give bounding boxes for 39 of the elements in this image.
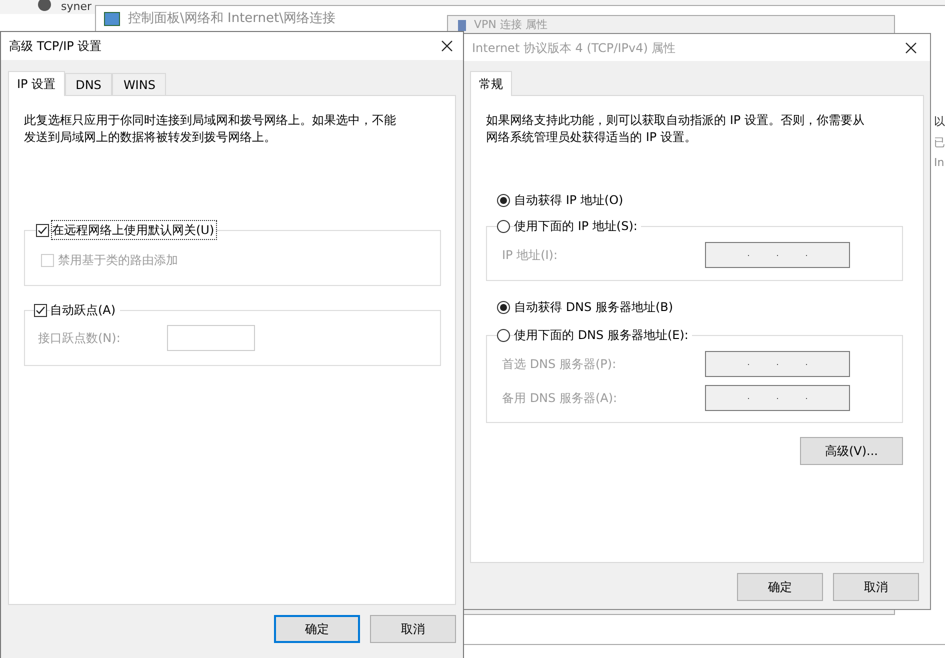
field-label: 首选 DNS 服务器(P): — [502, 356, 616, 373]
radio-label[interactable]: 自动获得 IP 地址(O) — [514, 191, 624, 209]
dialog-button[interactable]: 确定 — [737, 573, 823, 601]
tab[interactable]: DNS — [64, 73, 112, 95]
radio-label[interactable]: 自动获得 DNS 服务器地址(B) — [514, 298, 674, 316]
window-title: 控制面板\网络和 Internet\网络连接 — [128, 10, 336, 28]
checkbox[interactable] — [36, 224, 49, 236]
field-label: IP 地址(I): — [502, 247, 558, 264]
field-label: 备用 DNS 服务器(A): — [502, 390, 618, 407]
close-icon[interactable] — [441, 40, 453, 52]
document-icon — [458, 20, 466, 30]
radio-button[interactable] — [497, 300, 510, 314]
description-text: 此复选框只应用于你同时连接到局域网和拨号网络上。如果选中，不能发送到局域网上的数据将被转发到拨号网络上。 — [24, 112, 397, 146]
tab[interactable]: 常规 — [470, 71, 512, 96]
description-text: 如果网络支持此功能，则可以获取自动指派的 IP 设置。否则，你需要从网络系统管理员处获得适当的 IP 设置。 — [486, 112, 866, 146]
tab[interactable]: WINS — [112, 73, 166, 95]
radio-button[interactable] — [497, 220, 510, 232]
dialog-button[interactable]: 取消 — [370, 615, 456, 643]
radio-label[interactable]: 使用下面的 IP 地址(S): — [514, 217, 642, 235]
checkbox-label[interactable]: 在远程网络上使用默认网关(U) — [52, 221, 216, 239]
checkbox[interactable] — [34, 304, 47, 316]
dialog-button[interactable]: 确定 — [274, 615, 360, 643]
list-text: 已 — [934, 134, 945, 150]
network-folder-icon — [104, 12, 120, 26]
browser-tab[interactable]: syner — [61, 0, 92, 13]
list-text: In — [934, 155, 945, 171]
close-icon[interactable] — [905, 42, 917, 54]
checkbox-label[interactable]: 自动跃点(A) — [50, 301, 120, 319]
advanced-button[interactable]: 高级(V)... — [800, 437, 903, 465]
radio-label[interactable]: 使用下面的 DNS 服务器地址(E): — [514, 326, 692, 344]
list-text: 以 — [934, 114, 945, 130]
tab[interactable]: IP 设置 — [8, 71, 65, 96]
dialog-button[interactable]: 取消 — [833, 573, 919, 601]
radio-button[interactable] — [497, 328, 510, 342]
window-title: 高级 TCP/IP 设置 — [9, 38, 102, 55]
field-label: 接口跃点数(N): — [38, 330, 120, 347]
radio-button[interactable] — [497, 194, 510, 206]
window-title: VPN 连接 属性 — [474, 19, 548, 31]
window-title: Internet 协议版本 4 (TCP/IPv4) 属性 — [472, 40, 676, 56]
